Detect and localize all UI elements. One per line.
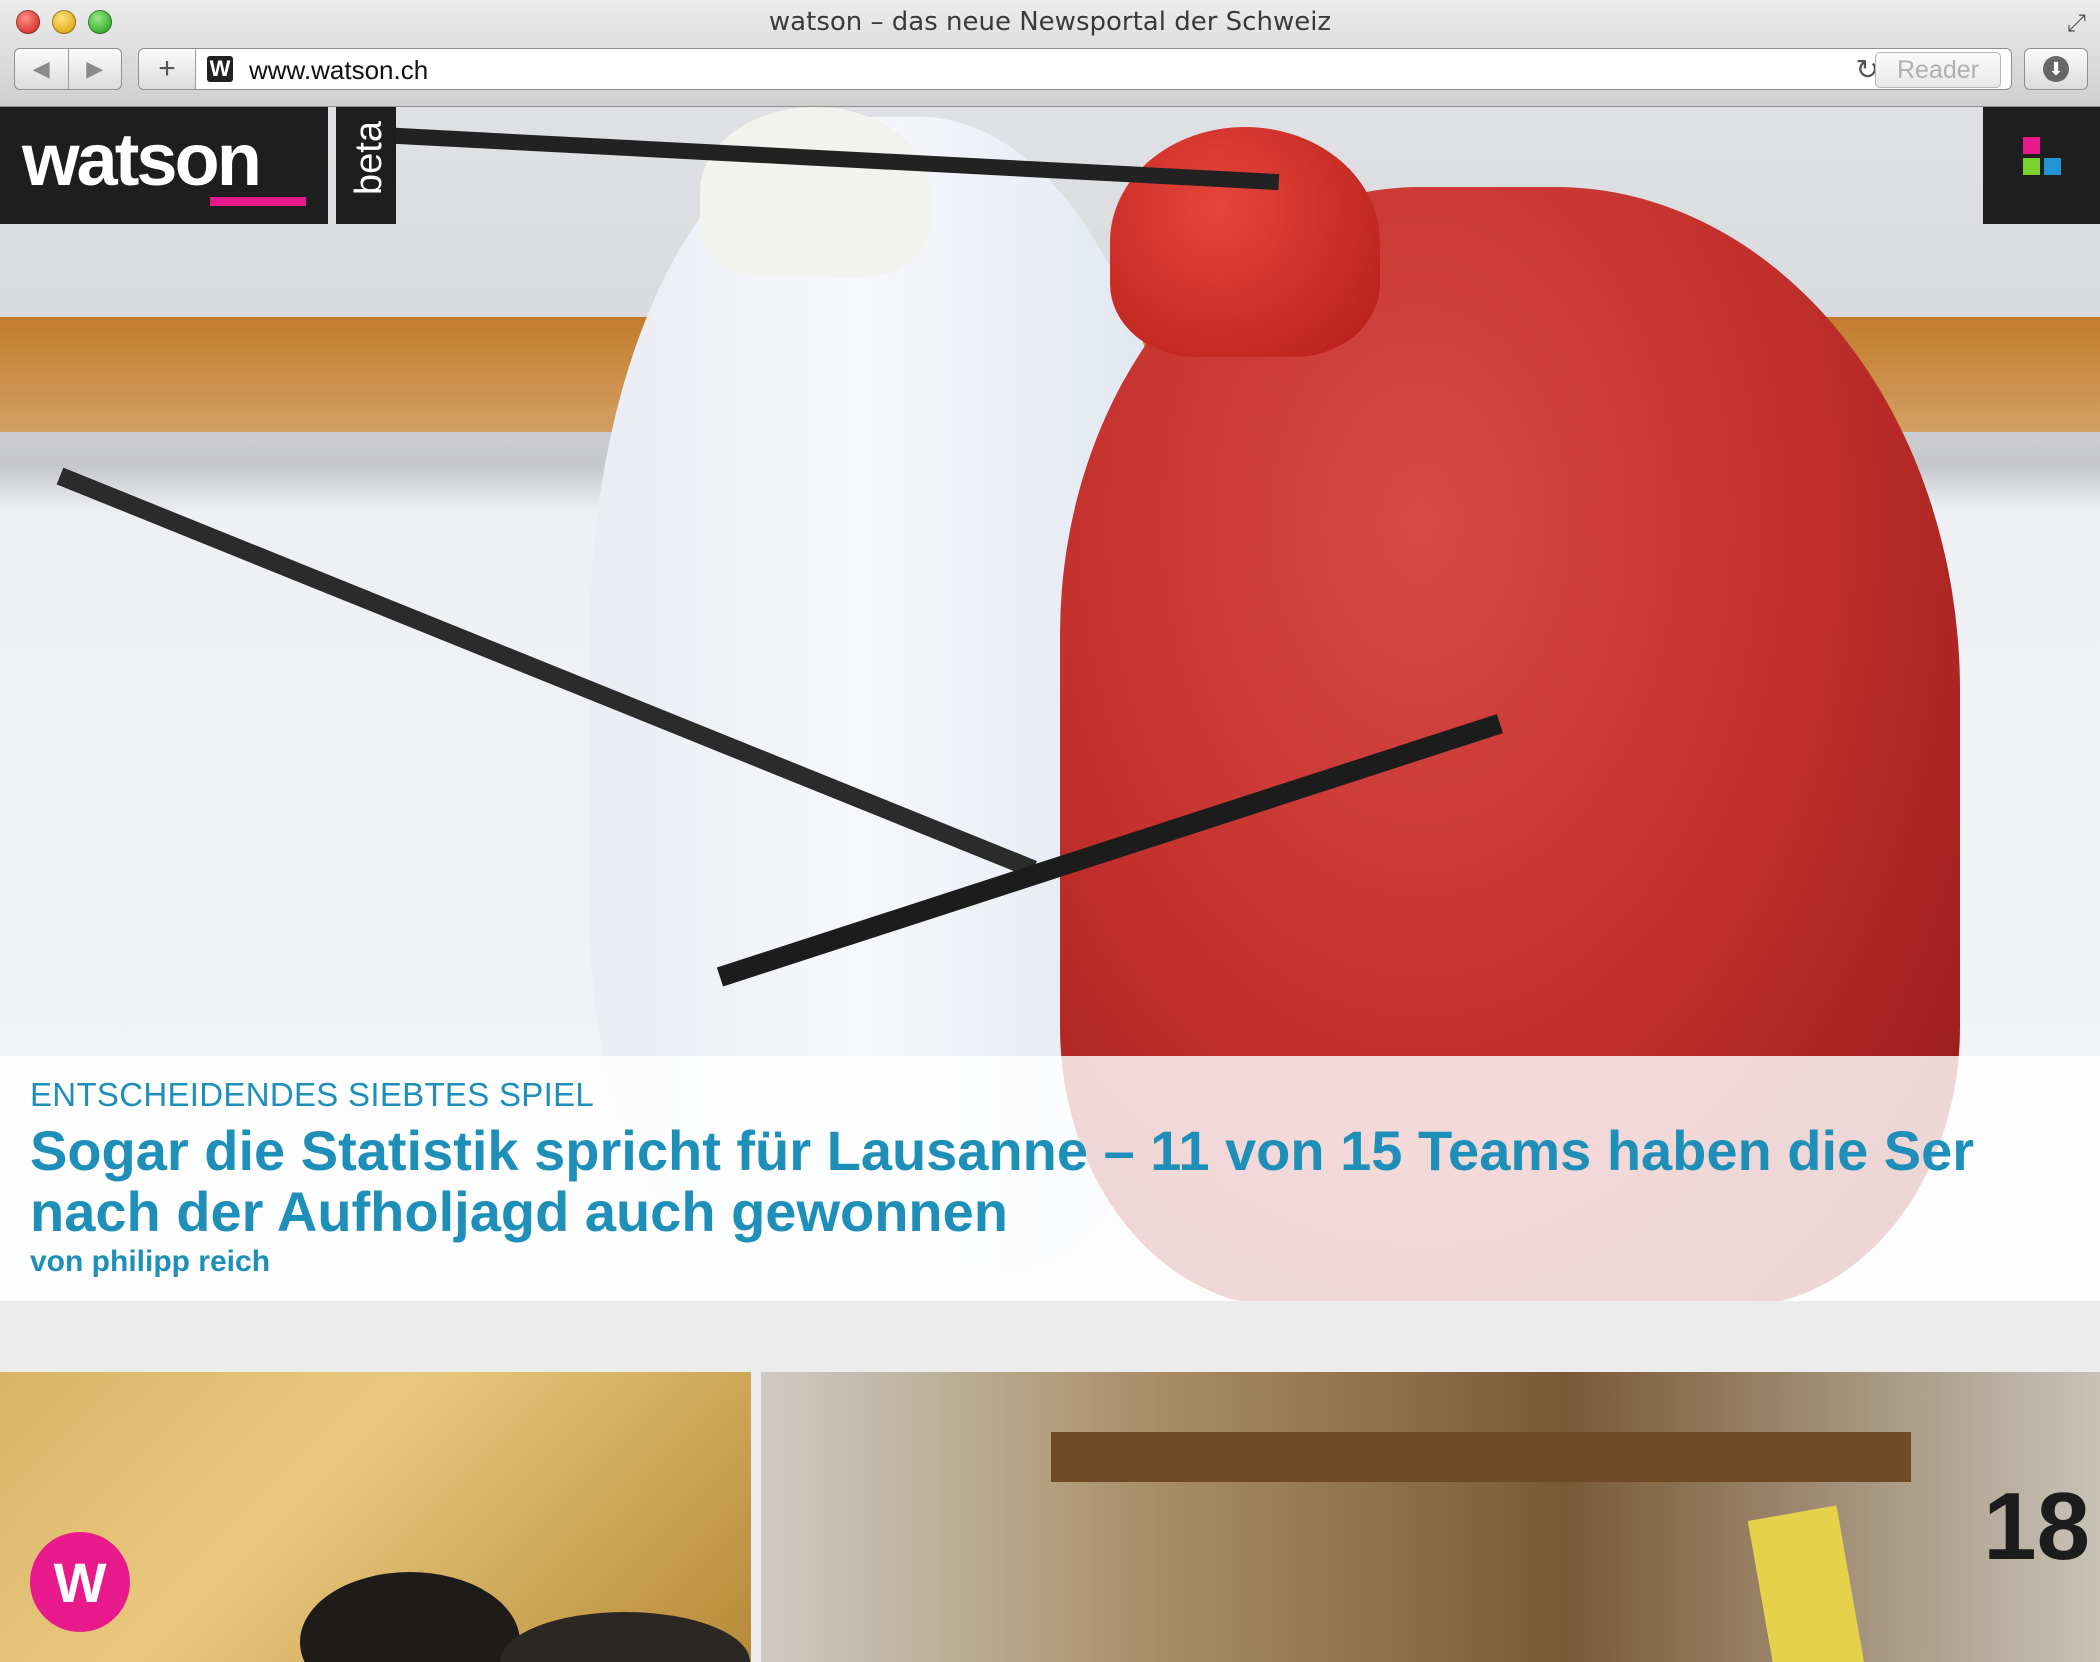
menu-square-icon xyxy=(2044,158,2061,175)
window-title: watson – das neue Newsportal der Schweiz xyxy=(768,7,1332,37)
hero-article[interactable]: watson beta ENTSCHEIDENDES SIEBTES SPIEL… xyxy=(0,107,2100,1301)
plus-icon: + xyxy=(158,52,176,85)
watson-logo[interactable]: watson xyxy=(0,107,328,224)
menu-square-icon xyxy=(2023,158,2040,175)
reader-button[interactable]: Reader xyxy=(1875,52,2001,88)
building-image xyxy=(1051,1432,1911,1482)
logo-underline xyxy=(210,197,306,206)
downloads-button[interactable]: ⬇ xyxy=(2024,48,2088,90)
address-bar[interactable]: + W www.watson.ch ↻ Reader xyxy=(138,48,2012,90)
beta-label: beta xyxy=(348,121,390,195)
crowd-image xyxy=(300,1572,520,1662)
logo-text: watson xyxy=(22,118,262,201)
menu-square-icon xyxy=(2023,137,2040,154)
red-helmet-image xyxy=(1110,127,1380,357)
fullscreen-icon[interactable]: ⤢ xyxy=(2067,10,2086,38)
browser-chrome: watson – das neue Newsportal der Schweiz… xyxy=(0,0,2100,107)
sign-image xyxy=(1747,1505,1865,1662)
article-card[interactable]: 18 xyxy=(761,1372,2100,1662)
forward-arrow-icon: ▶ xyxy=(86,56,104,81)
back-forward-group: ◀ ▶ xyxy=(14,48,122,90)
section-divider xyxy=(0,1301,2100,1363)
site-favicon-icon: W xyxy=(207,56,233,82)
back-arrow-icon: ◀ xyxy=(32,56,50,81)
add-bookmark-button[interactable]: + xyxy=(139,49,196,89)
headline-line: Sogar die Statistik spricht für Lausanne… xyxy=(30,1119,1975,1182)
article-headline[interactable]: Sogar die Statistik spricht für Lausanne… xyxy=(30,1120,1974,1242)
beta-tag: beta xyxy=(336,107,396,224)
white-helmet-image xyxy=(700,107,930,277)
download-icon: ⬇ xyxy=(2043,56,2069,82)
forward-button[interactable]: ▶ xyxy=(67,49,122,89)
headline-line: nach der Aufholjagd auch gewonnen xyxy=(30,1180,1008,1243)
watson-w-badge-button[interactable]: W xyxy=(30,1532,130,1632)
crowd-image xyxy=(500,1612,750,1662)
menu-button[interactable] xyxy=(1983,107,2100,224)
article-kicker: ENTSCHEIDENDES SIEBTES SPIEL xyxy=(30,1076,595,1113)
hero-caption[interactable]: ENTSCHEIDENDES SIEBTES SPIEL Sogar die S… xyxy=(0,1056,2100,1301)
url-text[interactable]: www.watson.ch xyxy=(249,55,428,86)
article-byline: von philipp reich xyxy=(30,1245,271,1278)
house-number-text: 18 xyxy=(1983,1473,2090,1580)
back-button[interactable]: ◀ xyxy=(15,49,68,89)
